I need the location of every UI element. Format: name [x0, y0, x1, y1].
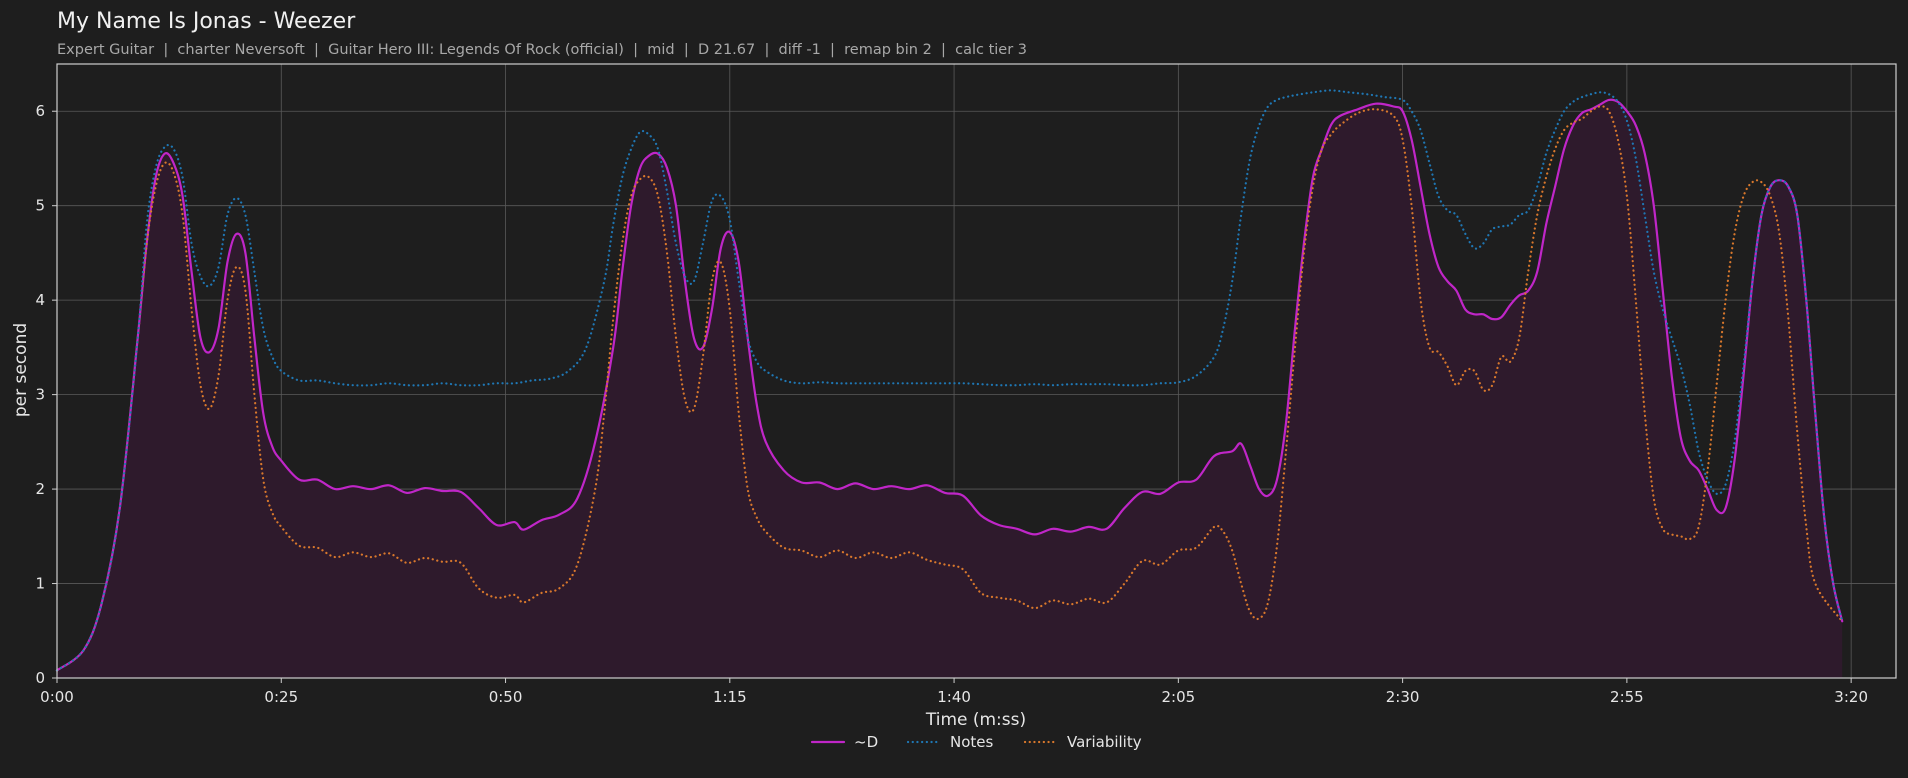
y-tick-label: 3 [35, 386, 45, 404]
x-tick-label: 0:00 [40, 688, 74, 706]
chart-subtitle: Expert Guitar | charter Neversoft | Guit… [57, 42, 1027, 58]
x-tick-label: 0:25 [264, 688, 298, 706]
y-tick-label: 4 [35, 291, 45, 309]
line-chart: My Name Is Jonas - Weezer Expert Guitar … [0, 0, 1908, 774]
chart-container: My Name Is Jonas - Weezer Expert Guitar … [0, 0, 1908, 774]
legend-label: Notes [950, 733, 994, 751]
y-axis-label: per second [11, 323, 31, 417]
x-tick-label: 1:40 [937, 688, 971, 706]
y-tick-label: 5 [35, 197, 45, 215]
y-tick-label: 2 [35, 480, 45, 498]
chart-title: My Name Is Jonas - Weezer [57, 9, 356, 34]
x-axis-label: Time (m:ss) [925, 710, 1026, 730]
x-tick-label: 0:50 [489, 688, 523, 706]
x-tick-label: 2:30 [1386, 688, 1420, 706]
y-tick-label: 6 [35, 102, 45, 120]
legend: ~D Notes Variability [810, 733, 1142, 751]
x-tick-label: 2:05 [1161, 688, 1195, 706]
x-tick-label: 1:15 [713, 688, 747, 706]
legend-label: Variability [1067, 733, 1142, 751]
legend-label: ~D [854, 733, 878, 751]
y-tick-label: 1 [35, 575, 45, 593]
y-tick-label: 0 [35, 669, 45, 687]
x-tick-label: 3:20 [1834, 688, 1868, 706]
x-tick-label: 2:55 [1610, 688, 1644, 706]
